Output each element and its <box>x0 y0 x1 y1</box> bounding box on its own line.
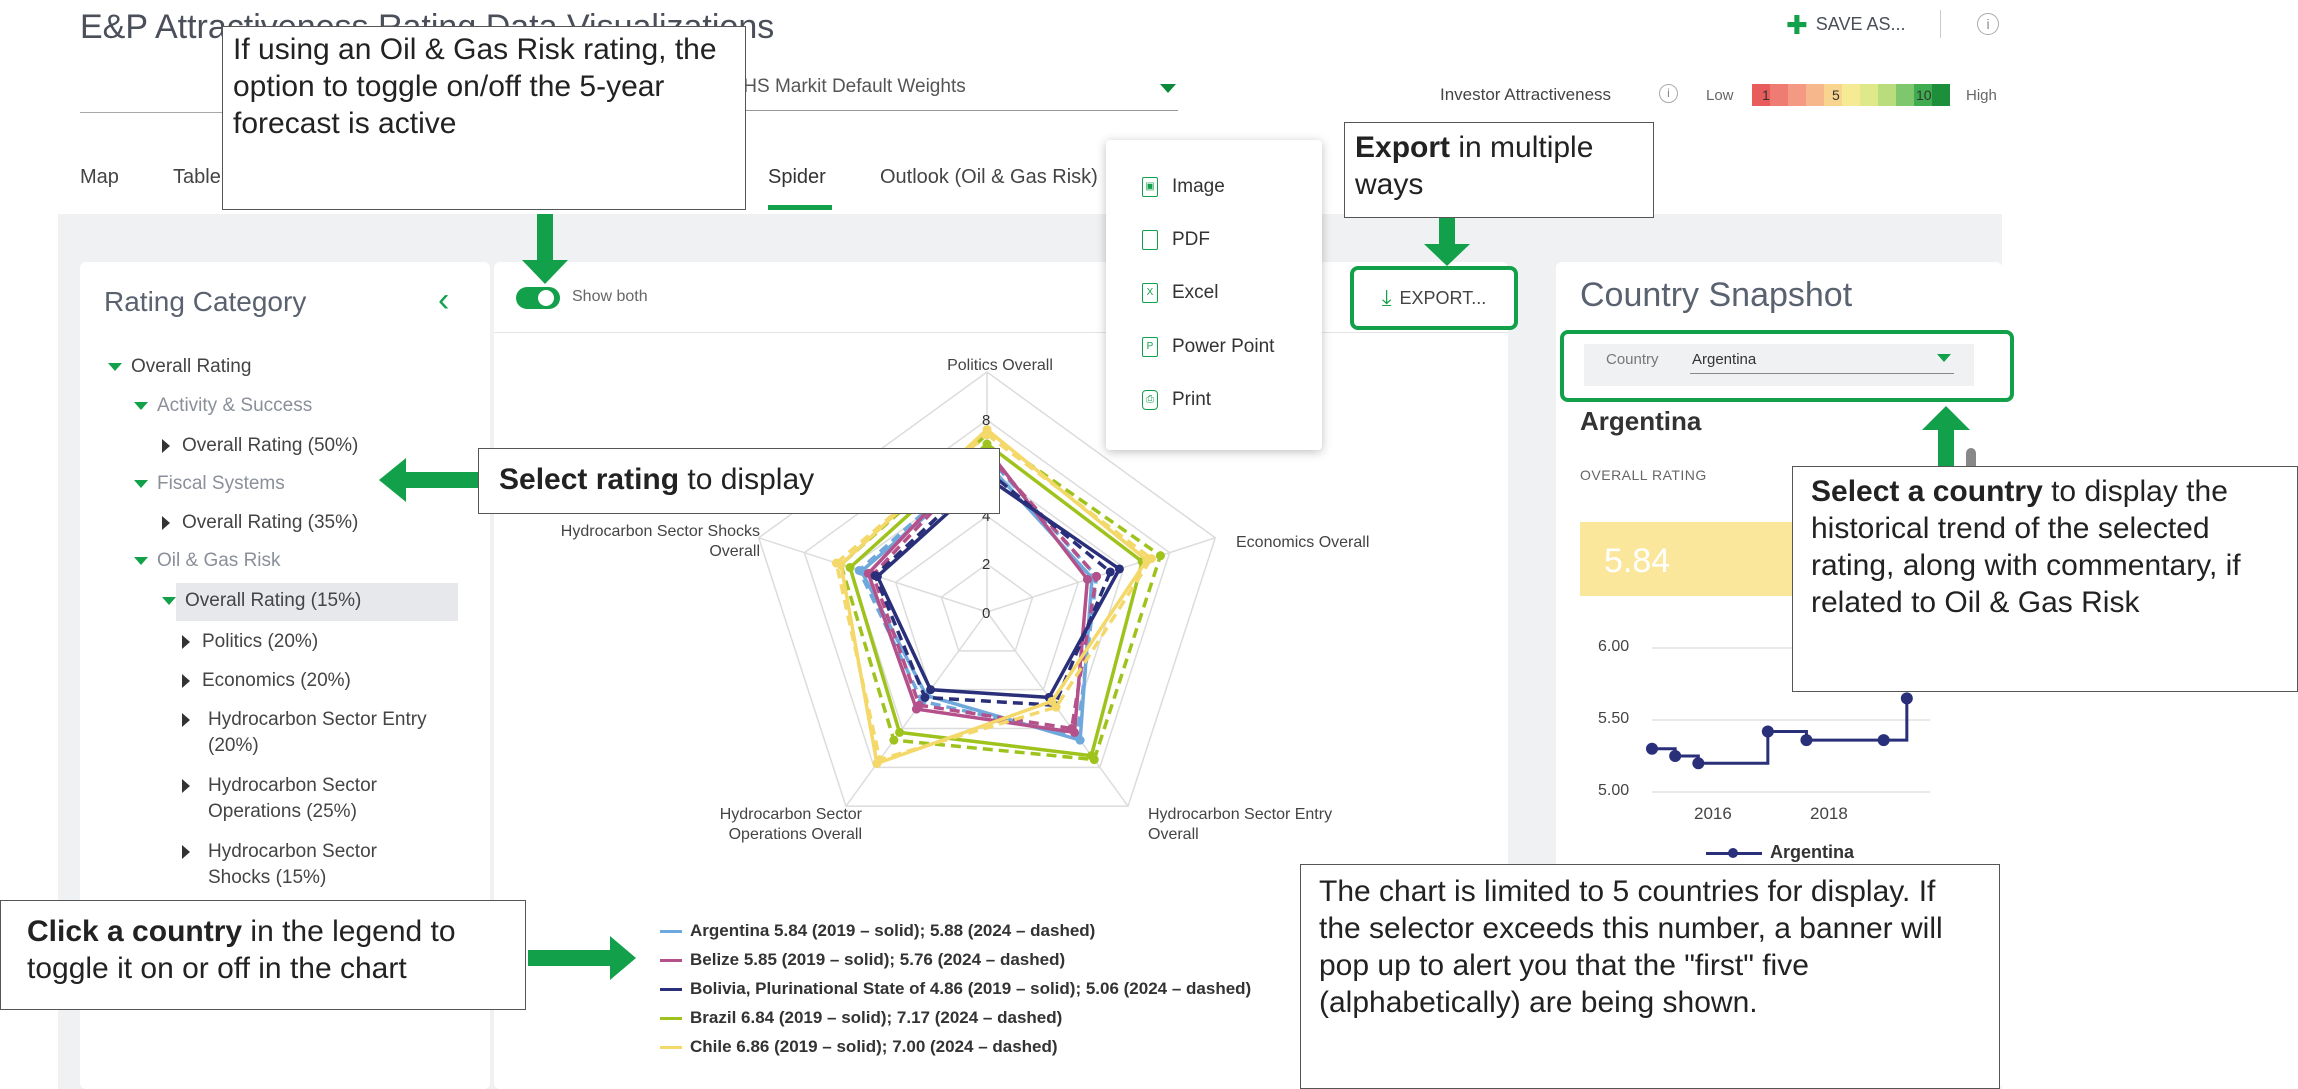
callout-limit: The chart is limited to 5 countries for … <box>1300 864 2000 1089</box>
callout-export: Export in multiple ways <box>1344 122 1654 218</box>
callout-select-rating: Select rating to display <box>478 448 1000 514</box>
callout-click-country: Click a country in the legend to toggle … <box>0 900 526 1010</box>
callout-select-country: Select a country to display the historic… <box>1792 466 2298 692</box>
callout-toggle: If using an Oil & Gas Risk rating, the o… <box>222 26 746 210</box>
